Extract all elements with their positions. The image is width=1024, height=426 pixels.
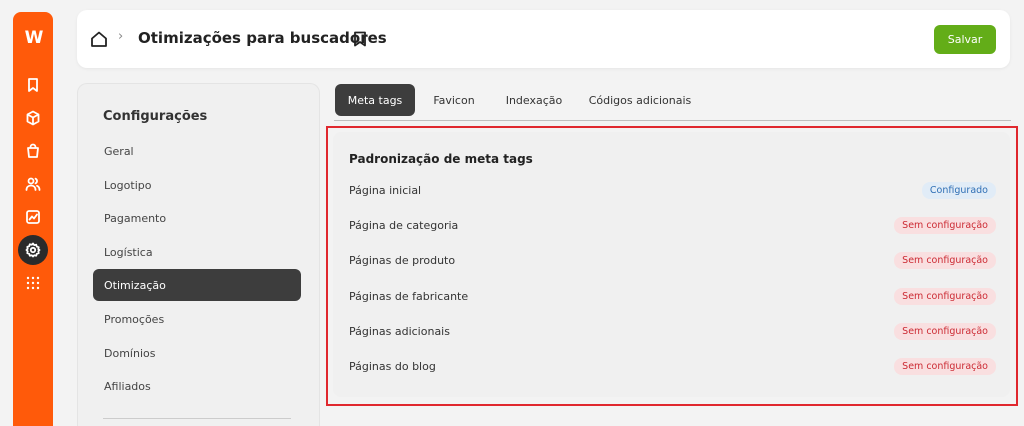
meta-row-paginas-adicionais[interactable]: Páginas adicionais Sem configuração [349,321,996,341]
meta-row-paginas-produto[interactable]: Páginas de produto Sem configuração [349,250,996,270]
card-title: Padronização de meta tags [349,152,533,166]
meta-row-pagina-categoria[interactable]: Página de categoria Sem configuração [349,215,996,235]
meta-row-paginas-fabricante[interactable]: Páginas de fabricante Sem configuração [349,286,996,306]
sidebar-item-logistica[interactable]: Logística [93,236,301,268]
status-badge: Configurado [921,181,996,199]
status-badge: Sem configuração [894,287,996,305]
breadcrumb-separator: › [118,29,124,44]
users-icon[interactable] [20,171,46,197]
brand-logo[interactable]: W [25,28,44,48]
meta-row-label: Página de categoria [349,218,459,232]
status-badge: Sem configuração [894,322,996,340]
sidebar-item-promocoes[interactable]: Promoções [93,303,301,335]
grid-icon[interactable] [20,270,46,296]
tab-meta-tags[interactable]: Meta tags [335,84,415,116]
sidebar-item-geral[interactable]: Geral [93,135,301,167]
tab-codigos-adicionais[interactable]: Códigos adicionais [583,84,697,116]
tab-bar: Meta tags Favicon Indexação Códigos adic… [334,84,1011,121]
bookmark-page-icon[interactable] [353,31,367,47]
app-rail: W [13,12,53,426]
meta-row-label: Páginas do blog [349,359,436,373]
save-button[interactable]: Salvar [934,25,996,54]
meta-row-label: Páginas de produto [349,253,456,267]
tab-indexacao[interactable]: Indexação [497,84,571,116]
status-badge: Sem configuração [894,357,996,375]
chart-icon[interactable] [20,204,46,230]
page-header: › Otimizações para buscadores Salvar [77,10,1010,68]
bookmark-icon[interactable] [20,72,46,98]
sidebar-item-pagamento[interactable]: Pagamento [93,202,301,234]
shopping-bag-icon[interactable] [20,138,46,164]
sidebar-item-logotipo[interactable]: Logotipo [93,169,301,201]
sidebar-item-dominios[interactable]: Domínios [93,337,301,369]
sidebar-item-otimizacao[interactable]: Otimização [93,269,301,301]
cube-icon[interactable] [20,105,46,131]
meta-row-paginas-blog[interactable]: Páginas do blog Sem configuração [349,356,996,376]
sidebar-divider [103,418,291,419]
sidebar-title: Configurações [103,109,208,124]
tab-favicon[interactable]: Favicon [423,84,485,116]
meta-tags-card: Padronização de meta tags Página inicial… [333,132,1010,397]
meta-row-label: Páginas adicionais [349,324,450,338]
page-title: Otimizações para buscadores [138,29,387,47]
home-icon[interactable] [90,30,108,48]
meta-row-label: Página inicial [349,183,422,197]
sidebar-item-afiliados[interactable]: Afiliados [93,370,301,402]
settings-icon[interactable] [18,235,48,265]
status-badge: Sem configuração [894,216,996,234]
meta-row-pagina-inicial[interactable]: Página inicial Configurado [349,180,996,200]
status-badge: Sem configuração [894,251,996,269]
meta-row-label: Páginas de fabricante [349,289,469,303]
settings-sidebar: Configurações Geral Logotipo Pagamento L… [77,83,320,426]
